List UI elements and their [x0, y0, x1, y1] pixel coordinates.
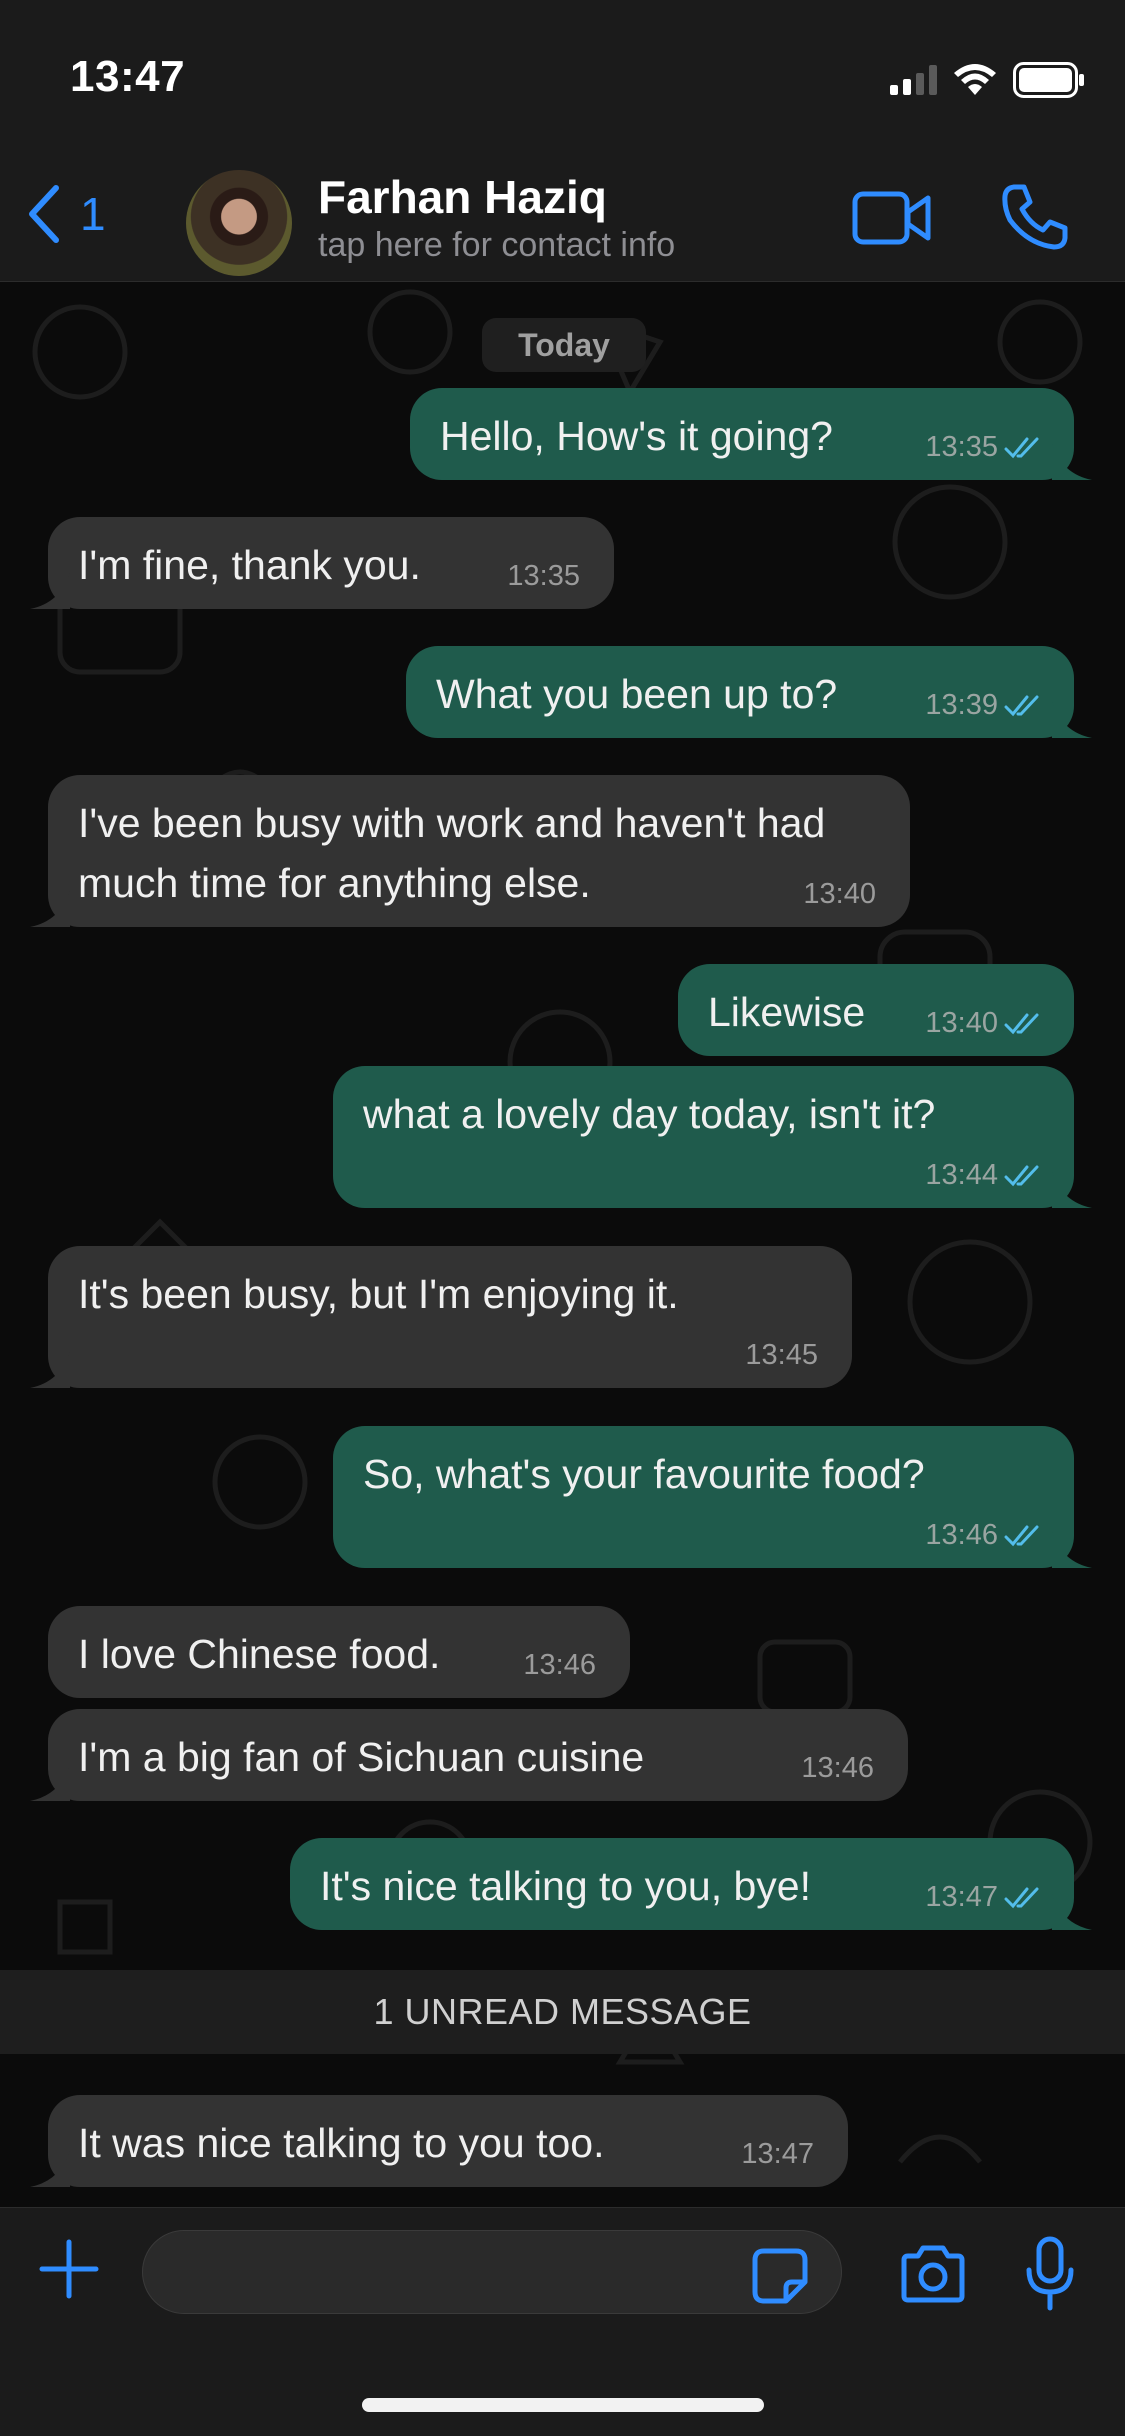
read-receipt-icon	[1004, 1165, 1039, 1186]
message-time: 13:40	[803, 878, 876, 910]
message-meta: 13:47	[925, 1881, 1044, 1914]
unread-messages-banner: 1 UNREAD MESSAGE	[0, 1970, 1125, 2054]
message-outgoing[interactable]: what a lovely day today, isn't it? 13:44	[333, 1066, 1092, 1208]
message-meta: 13:45	[745, 1339, 818, 1372]
message-text: I'm a big fan of Sichuan cuisine	[78, 1734, 645, 1780]
read-receipt-icon	[1004, 1013, 1039, 1034]
message-time: 13:46	[925, 1519, 998, 1551]
contact-avatar[interactable]	[186, 170, 292, 276]
contact-info-hint[interactable]: tap here for contact info	[318, 226, 675, 265]
message-incoming[interactable]: I love Chinese food. 13:46	[48, 1606, 630, 1698]
message-incoming[interactable]: It was nice talking to you too. 13:47	[30, 2095, 848, 2187]
message-text: It was nice talking to you too.	[78, 2120, 605, 2166]
message-text: what a lovely day today, isn't it?	[363, 1091, 936, 1137]
bubble-tail	[1052, 1894, 1092, 1930]
message-time: 13:46	[801, 1752, 874, 1784]
battery-icon	[1013, 62, 1084, 98]
back-button[interactable]: 1	[24, 184, 106, 244]
message-meta: 13:40	[803, 878, 876, 911]
message-input[interactable]	[142, 2230, 842, 2314]
chevron-left-icon	[29, 185, 59, 243]
bubble-tail	[30, 891, 70, 927]
message-incoming[interactable]: I'm fine, thank you. 13:35	[30, 517, 614, 609]
message-text: So, what's your favourite food?	[363, 1451, 925, 1497]
message-meta: 13:39	[925, 689, 1044, 722]
cellular-signal-icon	[890, 65, 937, 95]
camera-icon[interactable]	[898, 2244, 968, 2304]
phone-call-icon[interactable]	[1000, 182, 1070, 252]
message-time: 13:35	[507, 560, 580, 592]
message-time: 13:44	[925, 1159, 998, 1191]
message-time: 13:45	[745, 1339, 818, 1371]
message-meta: 13:35	[507, 560, 580, 593]
bubble-tail	[30, 1352, 70, 1388]
microphone-icon[interactable]	[1024, 2236, 1076, 2312]
read-receipt-icon	[1004, 695, 1039, 716]
bubble-tail	[1052, 1532, 1092, 1568]
bubble-tail	[30, 573, 70, 609]
message-meta: 13:46	[925, 1519, 1044, 1552]
bubble-tail	[1052, 1172, 1092, 1208]
message-meta: 13:46	[523, 1649, 596, 1682]
date-separator: Today	[482, 318, 646, 372]
chat-header: 1 Farhan Haziq tap here for contact info	[0, 160, 1125, 282]
message-incoming[interactable]: It's been busy, but I'm enjoying it. 13:…	[30, 1246, 852, 1388]
message-text: I've been busy with work and haven't had…	[78, 800, 826, 906]
message-time: 13:40	[925, 1007, 998, 1039]
status-icons	[890, 62, 1085, 98]
status-bar: 13:47	[0, 0, 1125, 160]
wifi-icon	[954, 64, 996, 95]
message-outgoing[interactable]: Likewise 13:40	[678, 964, 1074, 1056]
message-composer	[0, 2207, 1125, 2436]
message-list[interactable]: Today Hello, How's it going? 13:35 I'm f…	[0, 282, 1125, 2207]
video-call-icon[interactable]	[852, 188, 932, 248]
bubble-tail	[1052, 702, 1092, 738]
message-time: 13:39	[925, 689, 998, 721]
message-time: 13:47	[741, 2138, 814, 2170]
read-receipt-icon	[1004, 1525, 1039, 1546]
message-text: It's been busy, but I'm enjoying it.	[78, 1271, 679, 1317]
message-meta: 13:35	[925, 431, 1044, 464]
unread-chats-count: 1	[80, 188, 106, 240]
message-meta: 13:47	[741, 2138, 814, 2171]
read-receipt-icon	[1004, 437, 1039, 458]
message-meta: 13:46	[801, 1752, 874, 1785]
message-outgoing[interactable]: Hello, How's it going? 13:35	[410, 388, 1092, 480]
message-outgoing[interactable]: So, what's your favourite food? 13:46	[333, 1426, 1092, 1568]
message-outgoing[interactable]: What you been up to? 13:39	[406, 646, 1092, 738]
message-incoming[interactable]: I'm a big fan of Sichuan cuisine 13:46	[30, 1709, 908, 1801]
message-text: I love Chinese food.	[78, 1631, 441, 1677]
bubble-tail	[30, 2151, 70, 2187]
home-indicator	[362, 2398, 764, 2412]
status-time: 13:47	[70, 52, 186, 101]
message-meta: 13:44	[925, 1159, 1044, 1192]
message-incoming[interactable]: I've been busy with work and haven't had…	[30, 775, 910, 927]
message-outgoing[interactable]: It's nice talking to you, bye! 13:47	[290, 1838, 1092, 1930]
bubble-tail	[30, 1765, 70, 1801]
contact-name[interactable]: Farhan Haziq	[318, 170, 607, 224]
bubble-tail	[1052, 444, 1092, 480]
plus-icon[interactable]	[38, 2238, 100, 2300]
read-receipt-icon	[1004, 1887, 1039, 1908]
message-time: 13:35	[925, 431, 998, 463]
sticker-icon[interactable]	[752, 2248, 808, 2304]
message-time: 13:47	[925, 1881, 998, 1913]
message-time: 13:46	[523, 1649, 596, 1681]
message-meta: 13:40	[925, 1007, 1044, 1040]
